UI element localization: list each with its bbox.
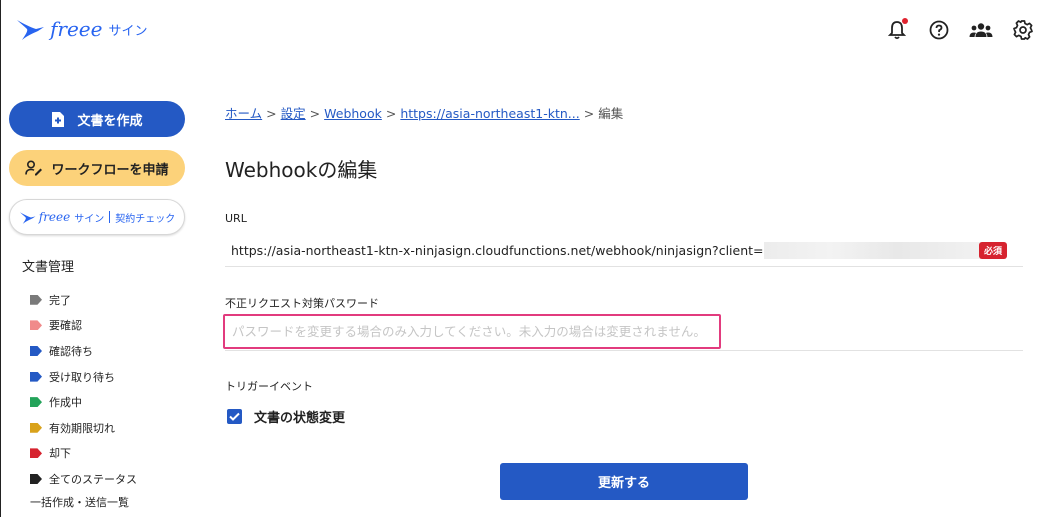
password-label: 不正リクエスト対策パスワード bbox=[225, 297, 379, 310]
team-icon[interactable] bbox=[969, 18, 993, 42]
url-field[interactable]: https://asia-northeast1-ktn-x-ninjasign.… bbox=[225, 234, 1023, 267]
help-icon[interactable] bbox=[927, 18, 951, 42]
create-document-label: 文書を作成 bbox=[77, 113, 143, 129]
workflow-apply-button[interactable]: ワークフローを申請 bbox=[9, 150, 185, 186]
tag-icon bbox=[30, 294, 42, 305]
status-item[interactable]: 完了 bbox=[30, 287, 137, 313]
url-value: https://asia-northeast1-ktn-x-ninjasign.… bbox=[231, 242, 764, 258]
status-item-label: 確認待ち bbox=[49, 344, 93, 358]
breadcrumb-separator: > bbox=[266, 106, 277, 121]
breadcrumb-settings[interactable]: 設定 bbox=[281, 106, 306, 121]
status-item[interactable]: 作成中 bbox=[30, 389, 137, 415]
tag-icon bbox=[30, 422, 42, 433]
status-item-label: 全てのステータス bbox=[49, 472, 137, 486]
create-document-button[interactable]: 文書を作成 bbox=[9, 101, 185, 137]
user-edit-icon bbox=[25, 160, 43, 176]
trigger-event-label: トリガーイベント bbox=[225, 380, 313, 393]
breadcrumb-separator: > bbox=[583, 106, 595, 121]
status-item-label: 完了 bbox=[49, 293, 71, 307]
bird-logo-icon bbox=[17, 20, 44, 40]
required-badge: 必須 bbox=[978, 242, 1007, 259]
status-list: 完了要確認確認待ち受け取り待ち 作成中有効期限切れ 却下全てのステータス bbox=[30, 287, 137, 492]
status-item-label: 要確認 bbox=[49, 319, 82, 333]
tag-icon bbox=[30, 473, 42, 484]
page-title: Webhookの編集 bbox=[225, 158, 378, 182]
tag-icon bbox=[30, 345, 42, 356]
trigger-status-change-checkbox[interactable] bbox=[227, 409, 242, 424]
breadcrumb-current: 編集 bbox=[598, 106, 624, 121]
status-item[interactable]: 受け取り待ち bbox=[30, 364, 137, 390]
window-edge bbox=[0, 0, 1, 517]
logo-sub: サイン bbox=[108, 23, 148, 39]
bird-logo-icon bbox=[19, 211, 36, 224]
logo-text: freee bbox=[50, 17, 103, 41]
divider bbox=[109, 211, 111, 223]
check-logo-sub: サイン bbox=[74, 213, 105, 225]
add-document-icon bbox=[52, 111, 65, 127]
password-underline bbox=[225, 350, 1023, 351]
status-item[interactable]: 却下 bbox=[30, 441, 137, 467]
url-label: URL bbox=[225, 212, 247, 225]
contract-check-button[interactable]: freee サイン 契約チェック bbox=[9, 199, 185, 235]
status-item-label: 有効期限切れ bbox=[49, 421, 115, 435]
status-item-label: 作成中 bbox=[49, 396, 82, 410]
tag-icon bbox=[30, 448, 42, 459]
breadcrumb: ホーム > 設定 > Webhook > https://asia-northeast1-k… bbox=[225, 103, 623, 122]
gear-icon[interactable] bbox=[1011, 18, 1035, 42]
status-item-label: 受け取り待ち bbox=[49, 370, 115, 384]
status-item[interactable]: 有効期限切れ bbox=[30, 415, 137, 441]
document-management-heading: 文書管理 bbox=[22, 260, 75, 275]
freee-sign-logo[interactable]: freee サイン bbox=[16, 14, 148, 44]
check-icon bbox=[229, 412, 240, 421]
header-actions bbox=[885, 18, 1035, 42]
bulk-send-list-link[interactable]: 一括作成・送信一覧 bbox=[30, 494, 129, 510]
breadcrumb-home[interactable]: ホーム bbox=[225, 106, 262, 121]
notification-dot bbox=[902, 18, 908, 24]
tag-icon bbox=[30, 397, 42, 408]
breadcrumb-webhook-url[interactable]: https://asia-northeast1-ktn... bbox=[400, 106, 579, 121]
trigger-status-change-label: 文書の状態変更 bbox=[254, 411, 346, 426]
url-redacted-part bbox=[763, 241, 986, 259]
breadcrumb-separator: > bbox=[309, 106, 321, 121]
bell-icon[interactable] bbox=[885, 18, 909, 42]
tag-icon bbox=[30, 320, 42, 331]
trigger-status-change-option[interactable]: 文書の状態変更 bbox=[227, 407, 345, 426]
update-button[interactable]: 更新する bbox=[500, 463, 748, 500]
status-item[interactable]: 確認待ち bbox=[30, 338, 137, 364]
contract-check-label: 契約チェック bbox=[115, 213, 176, 225]
status-item[interactable]: 全てのステータス bbox=[30, 466, 137, 492]
password-input[interactable] bbox=[223, 314, 721, 349]
breadcrumb-webhook[interactable]: Webhook bbox=[324, 106, 382, 121]
workflow-apply-label: ワークフローを申請 bbox=[51, 162, 169, 178]
check-logo-text: freee bbox=[38, 210, 71, 224]
status-item-label: 却下 bbox=[49, 447, 71, 461]
status-item[interactable]: 要確認 bbox=[30, 313, 137, 339]
tag-icon bbox=[30, 371, 42, 382]
breadcrumb-separator: > bbox=[385, 106, 397, 121]
